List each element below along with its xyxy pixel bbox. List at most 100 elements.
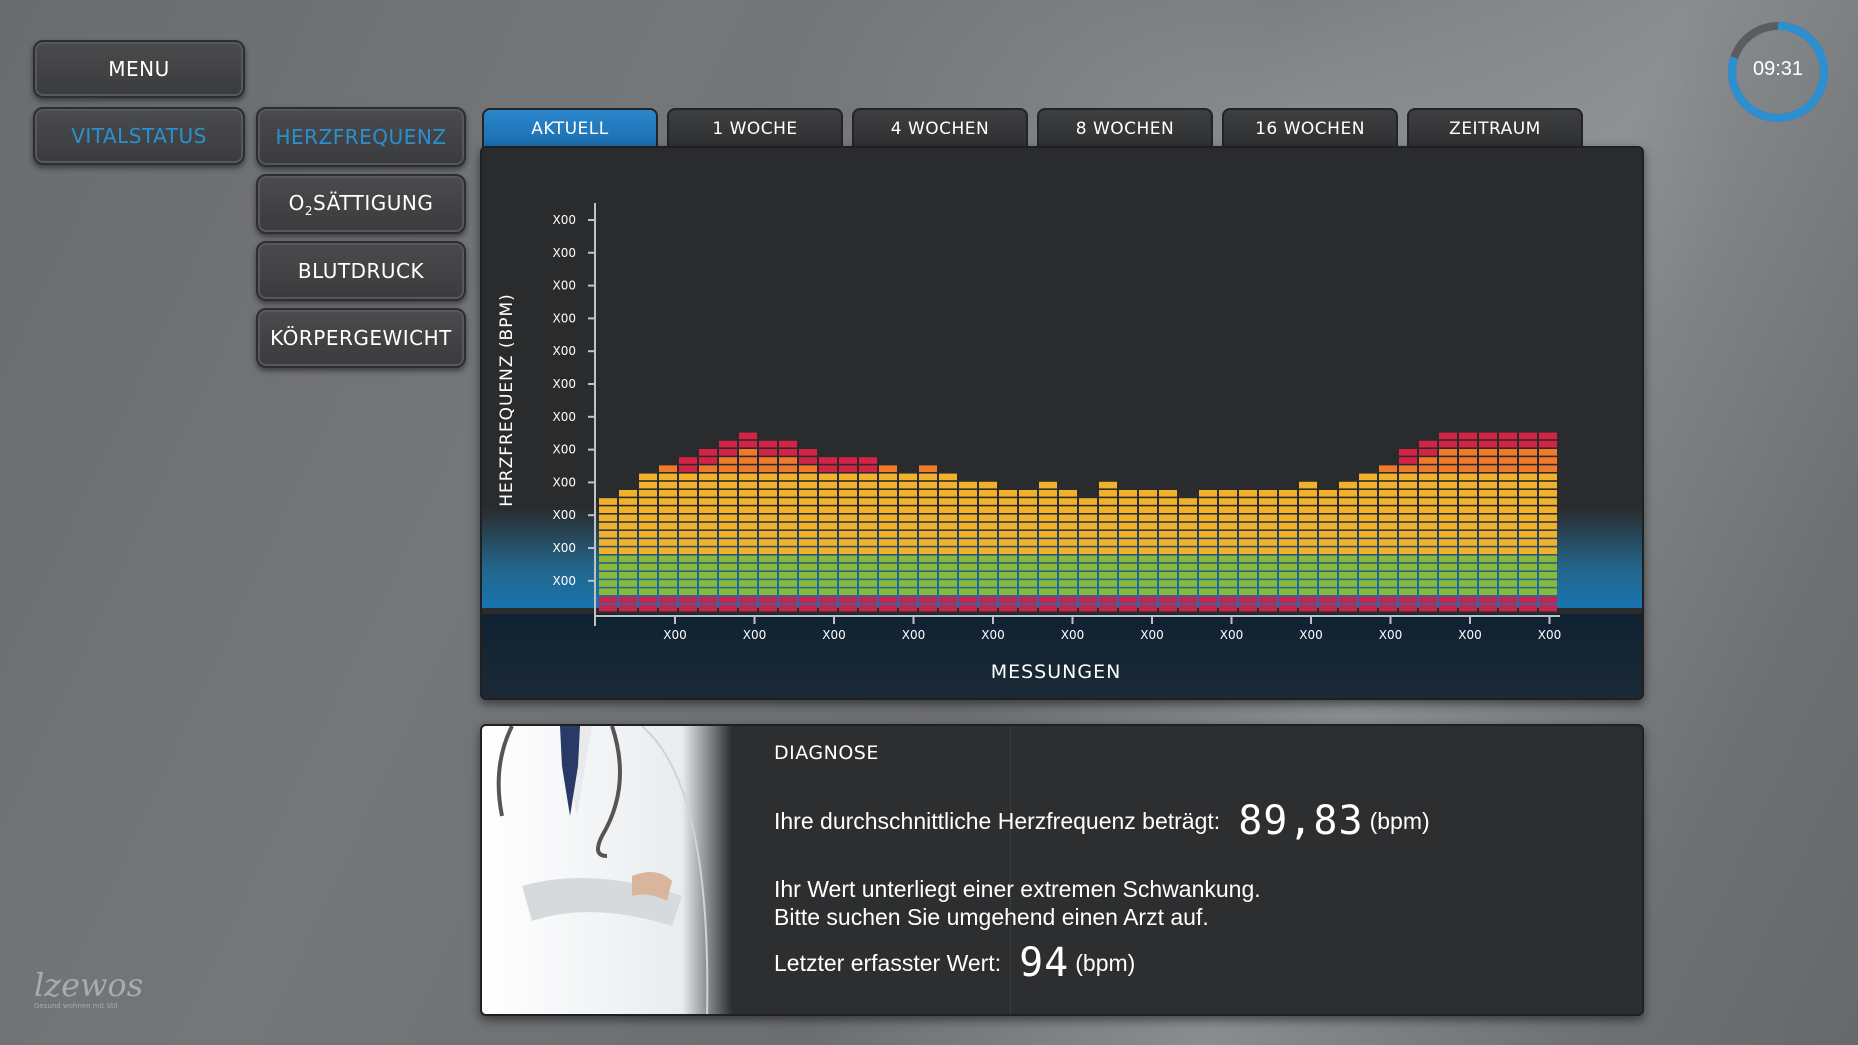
bar-cell <box>1379 596 1397 604</box>
bar-cell <box>1359 596 1377 604</box>
bar-cell <box>1139 522 1157 530</box>
tab-aktuell[interactable]: AKTUELL <box>482 108 658 148</box>
bar-cell <box>1439 432 1457 440</box>
bar-cell <box>1359 473 1377 481</box>
bar-cell <box>1039 514 1057 522</box>
category-vitalstatus-button[interactable]: VITALSTATUS <box>33 107 245 165</box>
bar-cell <box>939 514 957 522</box>
bar-cell <box>1199 498 1217 505</box>
bar-5 <box>679 457 697 612</box>
bar-cell <box>979 572 997 579</box>
vital-o2-saettigung-button[interactable]: O2SÄTTIGUNG <box>256 174 466 234</box>
bar-cell <box>739 498 757 505</box>
bar-cell <box>639 547 657 554</box>
bar-cell <box>1279 555 1297 563</box>
bar-cell <box>1279 596 1297 604</box>
bar-cell <box>739 514 757 522</box>
bar-41 <box>1399 449 1417 612</box>
bar-cell <box>1379 490 1397 497</box>
bar-cell <box>659 596 677 604</box>
bar-cell <box>1439 547 1457 554</box>
bar-cell <box>1519 481 1537 489</box>
bar-cell <box>1419 490 1437 497</box>
bar-cell <box>859 473 877 481</box>
bar-cell <box>1059 547 1077 554</box>
bar-cell <box>1299 522 1317 530</box>
vital-blutdruck-button[interactable]: BLUTDRUCK <box>256 241 466 301</box>
bar-cell <box>1539 563 1557 571</box>
y-tick-label: X00 <box>553 541 577 555</box>
bar-cell <box>739 449 757 456</box>
bar-cell <box>679 539 697 546</box>
bar-cell <box>999 588 1017 595</box>
bar-cell <box>699 506 717 513</box>
tab-zeitraum[interactable]: ZEITRAUM <box>1407 108 1583 148</box>
bar-cell <box>719 457 737 464</box>
bar-cell <box>599 498 617 505</box>
bar-cell <box>699 555 717 563</box>
bar-cell <box>759 547 777 554</box>
bar-cell <box>839 604 857 612</box>
bar-cell <box>659 547 677 554</box>
bar-11 <box>799 449 817 612</box>
bar-cell <box>1339 531 1357 538</box>
bar-cell <box>1339 555 1357 563</box>
bar-cell <box>1059 563 1077 571</box>
bar-cell <box>1019 547 1037 554</box>
bar-cell <box>719 596 737 604</box>
menu-button[interactable]: MENU <box>33 40 245 98</box>
bar-cell <box>679 588 697 595</box>
tab-8-wochen[interactable]: 8 WOCHEN <box>1037 108 1213 148</box>
bar-cell <box>759 457 777 464</box>
bar-cell <box>979 563 997 571</box>
bar-cell <box>659 531 677 538</box>
tab-4-wochen[interactable]: 4 WOCHEN <box>852 108 1028 148</box>
bar-cell <box>1139 531 1157 538</box>
bar-cell <box>779 588 797 595</box>
bar-cell <box>1499 465 1517 472</box>
bar-cell <box>679 490 697 497</box>
bar-cell <box>1059 531 1077 538</box>
bar-cell <box>1059 506 1077 513</box>
bar-cell <box>1239 514 1257 522</box>
bar-cell <box>599 563 617 571</box>
bar-cell <box>1279 498 1297 505</box>
vital-herzfrequenz-button[interactable]: HERZFREQUENZ <box>256 107 466 167</box>
bar-cell <box>1339 580 1357 587</box>
bar-29 <box>1159 490 1177 612</box>
bar-cell <box>699 588 717 595</box>
bar-cell <box>1039 596 1057 604</box>
bar-cell <box>1019 588 1037 595</box>
bar-cell <box>1119 588 1137 595</box>
bar-cell <box>1119 522 1137 530</box>
bar-cell <box>1399 473 1417 481</box>
bar-cell <box>1339 572 1357 579</box>
bar-cell <box>879 572 897 579</box>
bar-cell <box>659 572 677 579</box>
tab-1-woche[interactable]: 1 WOCHE <box>667 108 843 148</box>
bar-cell <box>1479 563 1497 571</box>
bar-cell <box>1479 596 1497 604</box>
bar-cell <box>759 604 777 612</box>
bar-cell <box>619 555 637 563</box>
tab-16-wochen[interactable]: 16 WOCHEN <box>1222 108 1398 148</box>
bar-cell <box>759 449 777 456</box>
bar-cell <box>1279 539 1297 546</box>
bar-cell <box>819 596 837 604</box>
y-tick-label: X00 <box>553 410 577 424</box>
vital-koerpergewicht-button[interactable]: KÖRPERGEWICHT <box>256 308 466 368</box>
bar-cell <box>759 539 777 546</box>
bar-cell <box>1239 563 1257 571</box>
bar-cell <box>679 555 697 563</box>
bar-cell <box>1499 432 1517 440</box>
bar-cell <box>739 481 757 489</box>
bar-cell <box>1159 490 1177 497</box>
bar-cell <box>1479 555 1497 563</box>
y-tick-label: X00 <box>553 508 577 522</box>
bar-cell <box>719 498 737 505</box>
user-name: ERWIN <box>1626 73 1683 92</box>
bar-cell <box>699 596 717 604</box>
bar-cell <box>1419 531 1437 538</box>
bar-cell <box>799 580 817 587</box>
bar-cell <box>1219 522 1237 530</box>
